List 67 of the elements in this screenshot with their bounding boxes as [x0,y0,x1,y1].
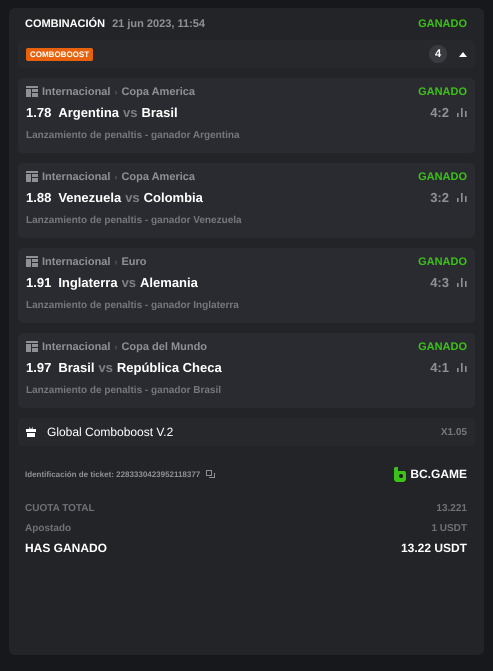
odds: 1.78 [26,105,52,120]
selection-count: 4 [429,45,447,63]
selection-text: Lanzamiento de penaltis - ganador Inglaterra [26,300,240,311]
competition-name: Copa del Mundo [121,340,208,352]
team-name: República Checa [116,360,222,375]
stats-icon[interactable] [457,363,467,372]
odds: 1.97 [26,360,52,375]
team-name: Colombia [144,190,203,205]
match-status: GANADO [418,340,467,352]
league-name: Internacional [42,256,110,268]
brand-logo-icon [394,466,406,482]
total-label: CUOTA TOTAL [25,502,95,514]
stats-icon[interactable] [457,193,467,202]
stats-icon[interactable] [457,108,467,117]
competition-name: Copa America [121,86,196,98]
team-name: Alemania [140,275,198,290]
breadcrumb-separator: › [114,342,118,352]
combo-bar[interactable]: COMBOBOOST 4 [18,40,475,68]
breadcrumb-separator: › [114,172,118,182]
bet-status: GANADO [418,18,467,30]
competition-name: Euro [121,256,147,268]
total-label: HAS GANADO [25,541,108,555]
team-name: Inglaterra [58,275,118,290]
competition-name: Copa America [121,170,196,182]
breadcrumb-separator: › [114,86,118,96]
bonus-multiplier: X1.05 [440,426,467,438]
team-name: Argentina [58,105,119,120]
match-status: GANADO [418,170,467,182]
breadcrumb-separator: › [114,256,118,266]
versus-label: vs [122,105,138,120]
selection-text: Lanzamiento de penaltis - ganador Argentina [26,130,241,141]
odds: 1.91 [26,275,52,290]
match-score: 3:2 [430,190,449,205]
league-logo-icon [26,171,38,182]
team-name: Brasil [141,105,178,120]
versus-label: vs [122,275,136,290]
match-status: GANADO [418,86,467,98]
gift-icon [26,427,36,437]
copy-icon[interactable] [206,470,216,478]
team-name: Brasil [58,360,94,375]
comboboost-tag: COMBOBOOST [26,48,94,60]
stats-icon[interactable] [457,278,467,287]
total-label: Apostado [25,522,72,534]
league-logo-icon [26,86,38,97]
league-name: Internacional [42,170,110,182]
bet-type-title: COMBINACIÓN [25,18,106,30]
total-value: 1 USDT [431,522,467,534]
team-name: Venezuela [58,190,122,205]
selection-text: Lanzamiento de penaltis - ganador Venezuela [26,215,243,226]
selection-text: Lanzamiento de penaltis - ganador Brasil [26,385,222,396]
league-logo-icon [26,256,38,267]
brand-name: BC.GAME [410,467,467,481]
bonus-name: Global Comboboost V.2 [47,425,174,439]
match-status: GANADO [418,256,467,268]
match-score: 4:3 [430,275,449,290]
league-name: Internacional [42,86,110,98]
match-score: 4:2 [430,105,449,120]
league-logo-icon [26,341,38,352]
versus-label: vs [98,360,113,375]
odds: 1.88 [26,190,52,205]
ticket-id: Identificación de ticket: 2283330423952118377 [25,470,200,478]
match-score: 4:1 [430,360,449,375]
total-value: 13.221 [436,502,467,514]
league-name: Internacional [42,340,110,352]
versus-label: vs [125,190,140,205]
bet-date: 21 jun 2023, 11:54 [112,18,206,30]
total-value: 13.22 USDT [400,541,467,555]
